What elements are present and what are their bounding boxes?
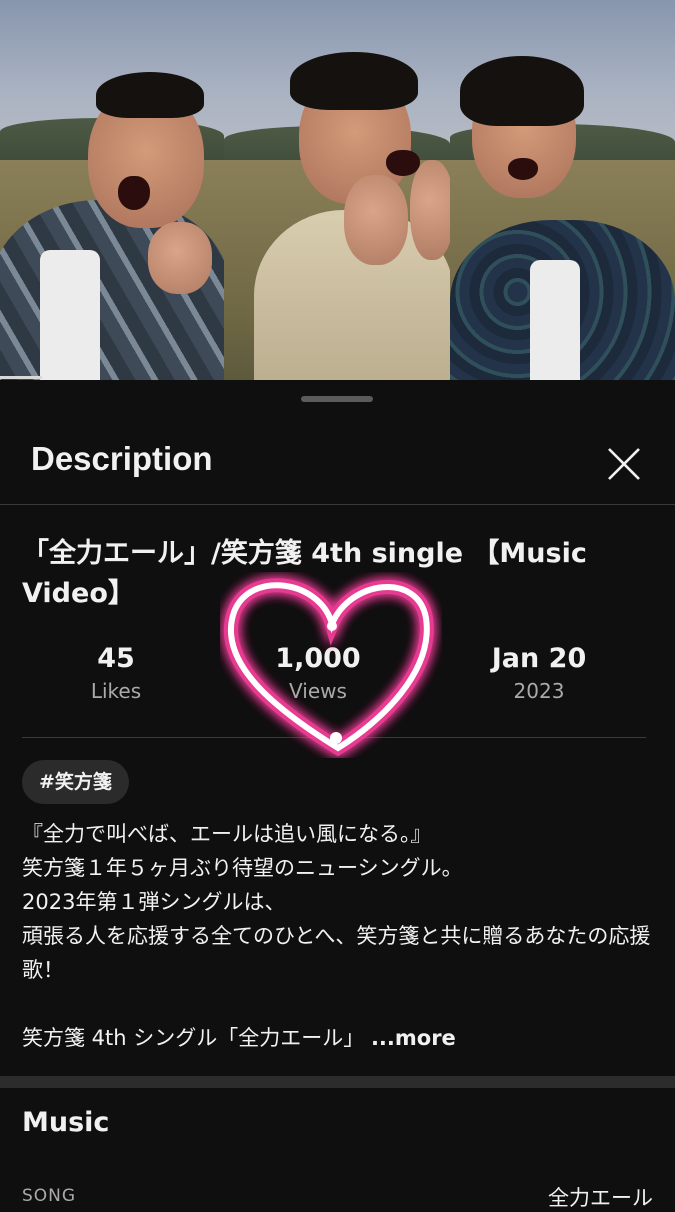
song-label: SONG bbox=[22, 1186, 77, 1206]
publish-year: 2023 bbox=[513, 679, 565, 703]
more-link[interactable]: ...more bbox=[371, 1026, 456, 1050]
description-line: 頑張る人を応援する全てのひとへ、笑方箋と共に贈るあなたの応援歌！ bbox=[22, 924, 651, 982]
video-title: 「全力エール」/笑方箋 4th single 【Music Video】 bbox=[22, 538, 587, 609]
description-line: 『全力で叫べば、エールは追い風になる。』 bbox=[22, 822, 432, 846]
description-text: 『全力で叫べば、エールは追い風になる。』 笑方箋１年５ヶ月ぶり待望のニューシング… bbox=[22, 817, 652, 1055]
video-player[interactable] bbox=[0, 0, 675, 380]
close-icon bbox=[608, 448, 640, 480]
description-line: 笑方箋１年５ヶ月ぶり待望のニューシングル。 bbox=[22, 856, 463, 880]
close-button[interactable] bbox=[598, 438, 650, 490]
video-frame-panel bbox=[0, 0, 224, 380]
video-frame-panel bbox=[450, 0, 675, 380]
date-stat: Jan 20 2023 bbox=[444, 642, 634, 706]
likes-label: Likes bbox=[90, 679, 142, 703]
video-frame-panel bbox=[224, 0, 450, 380]
video-progress-bar[interactable] bbox=[0, 376, 42, 379]
music-section-title: Music bbox=[22, 1107, 110, 1138]
likes-stat: 45 Likes bbox=[21, 642, 211, 706]
views-stat: 1,000 Views bbox=[223, 642, 413, 706]
publish-date: Jan 20 bbox=[491, 643, 587, 674]
description-teaser: 笑方箋 4th シングル「全力エール」 bbox=[22, 1026, 365, 1050]
drag-handle[interactable] bbox=[301, 396, 373, 402]
section-divider bbox=[0, 1076, 675, 1088]
sheet-header: Description bbox=[0, 420, 675, 505]
description-teaser-line: 笑方箋 4th シングル「全力エール」 ...more bbox=[22, 1021, 652, 1055]
song-value[interactable]: 全力エール bbox=[548, 1182, 653, 1212]
sheet-title: Description bbox=[31, 440, 213, 477]
views-label: Views bbox=[289, 679, 347, 703]
likes-count: 45 bbox=[97, 643, 135, 674]
description-line: 2023年第１弾シングルは、 bbox=[22, 890, 286, 914]
video-stats: 45 Likes 1,000 Views Jan 20 2023 bbox=[22, 642, 646, 738]
views-count: 1,000 bbox=[275, 643, 361, 674]
description-sheet: Description 「全力エール」/笑方箋 4th single 【Musi… bbox=[0, 380, 675, 1210]
hashtag-chip[interactable]: #笑方箋 bbox=[22, 760, 129, 804]
